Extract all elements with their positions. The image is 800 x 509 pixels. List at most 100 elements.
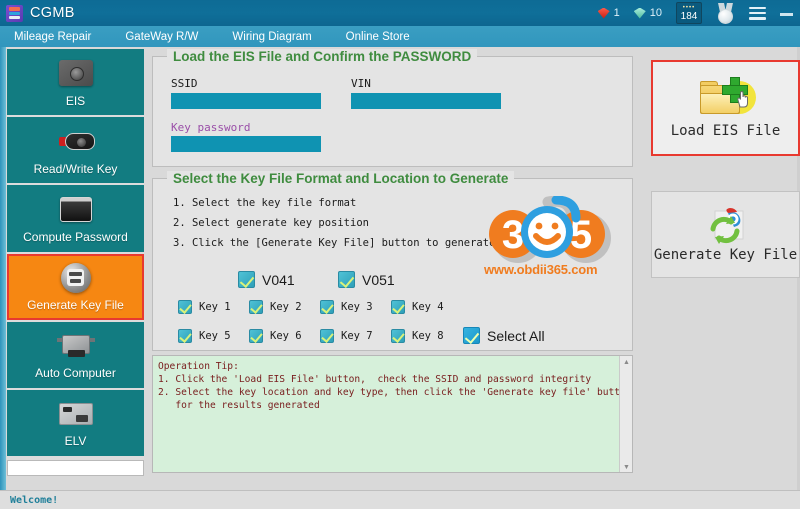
checkbox-box [320, 300, 334, 314]
checkbox-label: Key 5 [199, 330, 231, 342]
checkbox-label: Key 6 [270, 330, 302, 342]
operation-tip-box[interactable]: Operation Tip: 1. Click the 'Load EIS Fi… [152, 355, 633, 473]
elv-board-icon [58, 397, 93, 430]
green-gem-counter[interactable]: 10 [627, 0, 669, 26]
generate-key-file-button[interactable]: Generate Key File [651, 191, 800, 278]
green-gem-count: 10 [649, 7, 662, 19]
minimize-button[interactable] [773, 0, 800, 26]
cursor-hand-icon [736, 90, 748, 108]
application-window: CGMB 1 10 •••• 184 Mileage Repair GateWa… [0, 0, 800, 509]
sidebar-item-read-write-key[interactable]: Read/Write Key [7, 117, 144, 184]
button-label: Generate Key File [653, 246, 798, 263]
vin-label: VIN [351, 77, 371, 90]
status-bar: Welcome! [0, 490, 800, 509]
sidebar-item-compute-password[interactable]: Compute Password [7, 185, 144, 252]
sidebar-item-label: Read/Write Key [33, 161, 118, 176]
red-gem-counter[interactable]: 1 [591, 0, 627, 26]
checkbox-label: Select All [487, 327, 545, 344]
checkbox-key-3[interactable]: Key 3 [320, 300, 373, 314]
checkbox-v041[interactable]: V041 [238, 271, 295, 288]
red-diamond-icon [598, 8, 610, 19]
ssid-label: SSID [171, 77, 198, 90]
load-eis-panel-title: Load the EIS File and Confirm the PASSWO… [167, 49, 478, 64]
green-diamond-icon [634, 8, 646, 19]
key-file-disc-icon [60, 261, 91, 294]
ecu-module-icon [56, 329, 95, 362]
checkbox-box [320, 329, 334, 343]
tip-scrollbar[interactable]: ▲ ▼ [619, 356, 632, 472]
step-3: 3. Click the [Generate Key File] button … [173, 237, 496, 249]
sidebar: EIS Read/Write Key Compute Password Gene… [7, 49, 144, 477]
sidebar-item-generate-key-file[interactable]: Generate Key File [7, 253, 144, 320]
sidebar-item-label: Auto Computer [35, 366, 116, 381]
checkbox-key-2[interactable]: Key 2 [249, 300, 302, 314]
left-accent-rail [0, 47, 6, 509]
vin-input[interactable] [351, 93, 501, 109]
load-eis-panel: Load the EIS File and Confirm the PASSWO… [152, 49, 633, 167]
titlebar-status-group: 1 10 •••• 184 [591, 0, 800, 26]
checkbox-key-8[interactable]: Key 8 [391, 329, 444, 343]
checkbox-box [249, 300, 263, 314]
checkbox-label: V041 [262, 271, 295, 288]
checkbox-key-1[interactable]: Key 1 [178, 300, 231, 314]
menu-bar: Mileage Repair GateWay R/W Wiring Diagra… [0, 26, 800, 47]
checkbox-box [178, 300, 192, 314]
menu-mileage-repair[interactable]: Mileage Repair [8, 31, 97, 43]
points-value: 184 [680, 10, 698, 22]
minimize-icon [780, 7, 793, 20]
sidebar-item-elv[interactable]: ELV [7, 389, 144, 457]
checkbox-label: Key 3 [341, 301, 373, 313]
checkbox-label: V051 [362, 271, 395, 288]
checkbox-label: Key 8 [412, 330, 444, 342]
checkbox-label: Key 2 [270, 301, 302, 313]
window-title: CGMB [30, 5, 75, 21]
menu-online-store[interactable]: Online Store [340, 31, 416, 43]
checkbox-select-all[interactable]: Select All [463, 327, 545, 344]
checkbox-box [238, 271, 255, 288]
medal-icon [716, 2, 735, 24]
checkbox-key-7[interactable]: Key 7 [320, 329, 373, 343]
menu-wiring-diagram[interactable]: Wiring Diagram [226, 31, 317, 43]
key-password-input[interactable] [171, 136, 321, 152]
sidebar-status-input[interactable] [7, 460, 144, 477]
sidebar-item-auto-computer[interactable]: Auto Computer [7, 321, 144, 388]
menu-button[interactable] [742, 0, 773, 26]
sidebar-item-label: ELV [64, 434, 87, 449]
operation-tip-text: Operation Tip: 1. Click the 'Load EIS Fi… [158, 361, 632, 411]
points-badge: •••• 184 [676, 2, 702, 24]
car-key-icon [57, 125, 95, 158]
sync-generate-icon [704, 207, 748, 245]
select-format-panel: Select the Key File Format and Location … [152, 171, 633, 351]
password-device-icon [59, 193, 92, 226]
eis-module-icon [58, 57, 93, 90]
checkbox-box [391, 300, 405, 314]
scroll-down-arrow-icon[interactable]: ▼ [622, 463, 631, 472]
menu-gateway-rw[interactable]: GateWay R/W [119, 31, 204, 43]
checkbox-box [249, 329, 263, 343]
load-eis-file-button[interactable]: Load EIS File [651, 60, 800, 156]
title-bar: CGMB 1 10 •••• 184 [0, 0, 800, 26]
points-badge-wrap[interactable]: •••• 184 [669, 0, 709, 26]
folder-add-icon [698, 77, 756, 121]
ssid-input[interactable] [171, 93, 321, 109]
sidebar-item-label: Compute Password [23, 229, 128, 244]
checkbox-label: Key 4 [412, 301, 444, 313]
step-2: 2. Select generate key position [173, 217, 369, 229]
checkbox-v051[interactable]: V051 [338, 271, 395, 288]
checkbox-box [463, 327, 480, 344]
cgmb-logo-icon [6, 4, 23, 22]
status-message: Welcome! [10, 494, 59, 506]
medal-button[interactable] [709, 0, 742, 26]
scroll-up-arrow-icon[interactable]: ▲ [622, 358, 631, 367]
checkbox-key-4[interactable]: Key 4 [391, 300, 444, 314]
step-1: 1. Select the key file format [173, 197, 357, 209]
checkbox-box [391, 329, 405, 343]
sidebar-item-eis[interactable]: EIS [7, 49, 144, 116]
hamburger-menu-icon [749, 6, 766, 20]
checkbox-key-5[interactable]: Key 5 [178, 329, 231, 343]
checkbox-key-6[interactable]: Key 6 [249, 329, 302, 343]
red-gem-count: 1 [613, 7, 620, 19]
checkbox-label: Key 7 [341, 330, 373, 342]
checkbox-label: Key 1 [199, 301, 231, 313]
checkbox-box [178, 329, 192, 343]
